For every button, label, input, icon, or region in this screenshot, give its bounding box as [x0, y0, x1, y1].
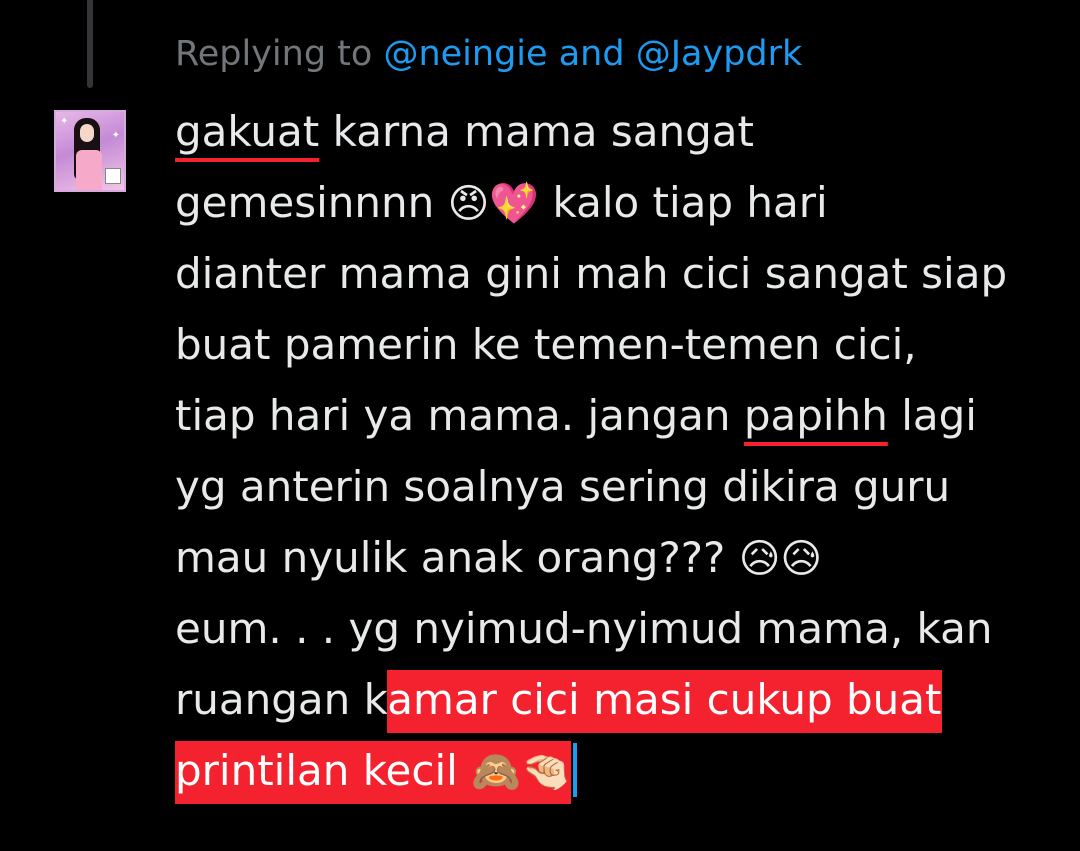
- tweet-line: mau nyulik anak orang??? 😥😥: [175, 522, 1055, 593]
- text-segment: ruangan k: [175, 675, 388, 724]
- sparkling-heart-icon: 💖: [489, 181, 540, 227]
- text-selection-highlight[interactable]: printilan kecil 🙈🤏🏻: [175, 741, 571, 804]
- angry-face-icon: 😠: [447, 181, 490, 227]
- underlined-word: gakuat: [175, 107, 320, 156]
- thread-connector-line: [87, 0, 93, 88]
- selection-handle[interactable]: [572, 743, 577, 797]
- mention-conjunction[interactable]: and: [559, 34, 625, 74]
- text-segment: printilan kecil: [175, 746, 472, 795]
- see-no-evil-monkey-icon: 🙈: [471, 749, 521, 795]
- sparkle-icon: ✦: [60, 116, 69, 127]
- text-segment: gemesinnnn: [175, 178, 448, 227]
- avatar[interactable]: ✦ ✦: [54, 110, 126, 192]
- replying-to: Replying to @neingie and @Jaypdrk: [175, 30, 802, 78]
- tweet-line: tiap hari ya mama. jangan papihh lagi: [175, 380, 1055, 451]
- pinching-hand-icon: 🤏🏻: [521, 749, 571, 795]
- avatar-face: [80, 124, 94, 142]
- tweet-line: buat pamerin ke temen-temen cici,: [175, 320, 917, 369]
- tweet-line: yg anterin soalnya sering dikira guru: [175, 462, 951, 511]
- text-segment: mau nyulik anak orang???: [175, 533, 739, 582]
- mention-link-jaypdrk[interactable]: @Jaypdrk: [636, 34, 803, 74]
- avatar-inset-image: [105, 168, 121, 184]
- sparkle-icon: ✦: [111, 130, 120, 141]
- text-segment: karna mama sangat: [319, 107, 754, 156]
- text-segment: lagi: [887, 391, 977, 440]
- tweet-line: gakuat karna mama sangat: [175, 96, 1055, 167]
- underlined-word: papihh: [743, 391, 888, 440]
- text-selection-highlight[interactable]: amar cici masi cukup buat: [387, 670, 942, 733]
- replying-to-label: Replying to: [175, 34, 373, 74]
- tweet-line: gemesinnnn 😠💖 kalo tiap hari: [175, 167, 1055, 238]
- sad-sweat-face-icon: 😥: [780, 536, 823, 582]
- text-segment: kalo tiap hari: [539, 178, 828, 227]
- mention-link-neingie[interactable]: @neingie: [383, 34, 547, 74]
- tweet-line: ruangan kamar cici masi cukup buat: [175, 664, 1055, 735]
- tweet-line: dianter mama gini mah cici sangat siap: [175, 249, 1008, 298]
- tweet-text[interactable]: gakuat karna mama sangat gemesinnnn 😠💖 k…: [175, 96, 1055, 806]
- avatar-outfit: [76, 150, 102, 190]
- text-segment: tiap hari ya mama. jangan: [175, 391, 744, 440]
- tweet-line: eum. . . yg nyimud-nyimud mama, kan: [175, 604, 993, 653]
- sad-sweat-face-icon: 😥: [738, 536, 781, 582]
- tweet-line: printilan kecil 🙈🤏🏻: [175, 735, 1055, 806]
